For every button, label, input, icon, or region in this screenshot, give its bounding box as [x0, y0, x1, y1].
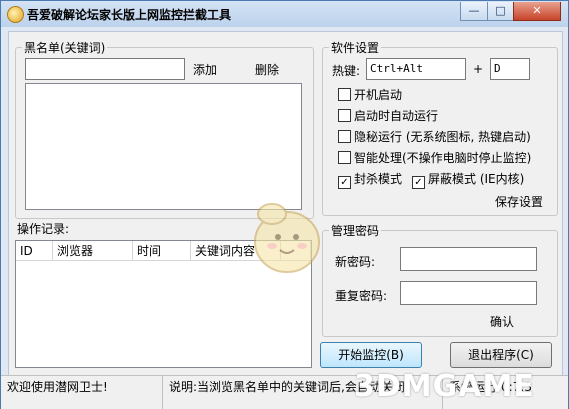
client-area: 黑名单(关键词) 添加 删除 软件设置 热键: Ctrl+Alt + D 开机启…	[8, 31, 563, 402]
column-header-browser[interactable]: 浏览器	[53, 241, 133, 261]
repeat-password-input[interactable]	[400, 281, 537, 305]
blacklist-listbox[interactable]	[25, 83, 302, 210]
hotkey-modifier-field[interactable]: Ctrl+Alt	[366, 58, 466, 80]
password-group: 管理密码 新密码: 重复密码: 确认	[322, 222, 558, 337]
save-settings-button[interactable]: 保存设置	[495, 193, 543, 210]
start-monitor-button[interactable]: 开始监控(B)	[320, 342, 422, 368]
blacklist-group-label: 黑名单(关键词)	[22, 39, 108, 56]
close-button[interactable]: ✕	[513, 2, 561, 21]
checkbox[interactable]	[338, 151, 351, 164]
password-group-label: 管理密码	[329, 222, 382, 239]
option-autostart[interactable]: 开机启动	[338, 86, 402, 102]
checkbox[interactable]	[338, 109, 351, 122]
option-label: 启动时自动运行	[354, 109, 439, 123]
add-keyword-button[interactable]: 添加	[193, 61, 217, 78]
option-kill-mode[interactable]: ✓ 封杀模式	[338, 170, 403, 189]
option-smart-mode[interactable]: 智能处理(不操作电脑时停止监控)	[338, 149, 531, 165]
status-welcome: 欢迎使用潜网卫士!	[1, 376, 163, 409]
option-label: 隐秘运行 (无系统图标, 热键启动)	[354, 130, 531, 144]
option-run-on-launch[interactable]: 启动时自动运行	[338, 107, 438, 123]
repeat-password-label: 重复密码:	[335, 289, 388, 303]
window-title: 吾爱破解论坛家长版上网监控拦截工具	[27, 8, 232, 22]
option-label: 屏蔽模式 (IE内核)	[428, 172, 525, 186]
mascot-watermark	[254, 203, 320, 273]
delete-keyword-button[interactable]: 删除	[255, 61, 279, 78]
checkbox[interactable]	[338, 130, 351, 143]
keyword-input[interactable]	[25, 58, 185, 80]
minimize-button[interactable]: —	[460, 2, 488, 21]
settings-group-label: 软件设置	[329, 39, 382, 56]
column-header-time[interactable]: 时间	[133, 241, 191, 261]
title-bar[interactable]: 吾爱破解论坛家长版上网监控拦截工具 — □ ✕	[1, 1, 568, 27]
option-block-mode[interactable]: ✓ 屏蔽模式 (IE内核)	[412, 170, 525, 189]
new-password-input[interactable]	[400, 247, 537, 271]
app-logo-icon	[7, 6, 24, 23]
hotkey-plus: +	[473, 62, 484, 76]
checkbox-checked[interactable]: ✓	[338, 176, 351, 189]
app-window: 吾爱破解论坛家长版上网监控拦截工具 — □ ✕ 黑名单(关键词) 添加 删除 软…	[0, 0, 569, 409]
exit-program-button[interactable]: 退出程序(C)	[450, 342, 552, 368]
column-header-id[interactable]: ID	[16, 241, 53, 261]
checkbox-checked[interactable]: ✓	[412, 176, 425, 189]
option-label: 开机启动	[354, 88, 403, 102]
hotkey-label: 热键:	[332, 64, 361, 78]
hotkey-key-field[interactable]: D	[490, 58, 530, 80]
settings-group: 软件设置 热键: Ctrl+Alt + D 开机启动 启动时自动运行 隐秘运行 …	[322, 39, 558, 216]
site-watermark: 3DMGAME	[354, 369, 535, 404]
confirm-password-button[interactable]: 确认	[490, 313, 514, 330]
checkbox[interactable]	[338, 88, 351, 101]
log-label: 操作记录:	[17, 222, 70, 236]
new-password-label: 新密码:	[335, 255, 376, 269]
option-label: 封杀模式	[354, 172, 403, 186]
option-stealth-run[interactable]: 隐秘运行 (无系统图标, 热键启动)	[338, 128, 531, 144]
maximize-button[interactable]: □	[487, 2, 514, 21]
option-label: 智能处理(不操作电脑时停止监控)	[354, 151, 532, 165]
